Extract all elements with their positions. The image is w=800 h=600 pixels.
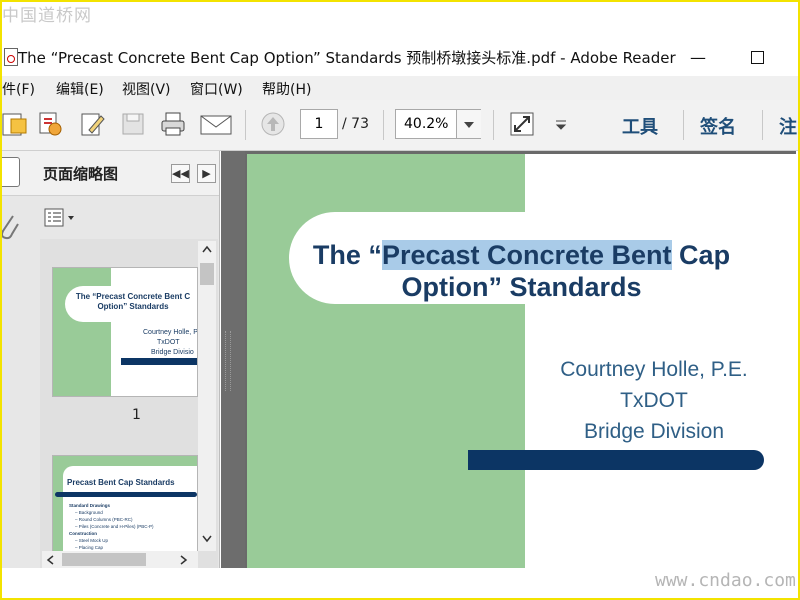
menu-view[interactable]: 视图(V) [122,79,171,99]
minimize-button[interactable]: — [690,48,706,67]
scroll-right-arrow-icon[interactable] [180,555,188,565]
scroll-up-arrow-icon[interactable] [202,245,212,253]
pdf-page: The “Precast Concrete Bent Cap Option” S… [247,154,796,568]
toolbar-separator [245,110,246,140]
thumbnail-panel-header: 页面缩略图 ◀◀ ▶ [0,151,219,196]
thumb-title: The “Precast Concrete Bent C Option” Sta… [75,292,191,311]
combine-files-icon[interactable] [38,111,64,137]
tools-button[interactable]: 工具 [622,113,658,139]
thumbnail-page-number: 1 [132,407,141,423]
sign-button[interactable]: 签名 [700,113,736,139]
comment-button[interactable]: 注 [779,113,797,139]
attachment-paperclip-icon[interactable] [0,213,20,243]
author-name: Courtney Holle, P.E. [560,358,748,381]
page-total: / 73 [342,116,369,132]
thumb-author-line: TxDOT [157,339,180,346]
expand-panel-icon[interactable]: ▶ [197,164,216,183]
panel-splitter[interactable] [221,151,245,568]
watermark-top: 中国道桥网 [2,6,92,26]
menu-window[interactable]: 窗口(W) [190,79,243,99]
print-icon[interactable] [160,111,186,137]
zoom-value: 40.2% [404,116,449,132]
collapse-panel-icon[interactable]: ◀◀ [171,164,190,183]
slide-title-line1: The “Precast Concrete Bent Cap [247,240,796,271]
toolbar: 1 / 73 40.2% 工具 签名 注 [2,100,798,151]
slide-navy-bar [468,450,764,470]
save-icon[interactable] [120,111,146,137]
title-bar: The “Precast Concrete Bent Cap Option” S… [2,38,798,76]
thumb-author: Courtney Holle, P TxDOT Bridge Divisio [143,328,198,358]
page-thumbnail-1[interactable]: The “Precast Concrete Bent C Option” Sta… [52,267,198,397]
more-tools-chevron-icon[interactable] [554,111,568,137]
toolbar-separator [493,110,494,140]
thumb-navy-bar [55,492,197,497]
thumb-navy-bar [121,358,197,365]
thumbnail-list: The “Precast Concrete Bent C Option” Sta… [40,239,218,569]
pages-tab-icon[interactable] [0,157,20,187]
edit-pdf-icon[interactable] [80,111,106,137]
scroll-thumb[interactable] [200,263,214,285]
slide-title-text: The “ [312,240,382,270]
zoom-select[interactable]: 40.2% [395,109,481,139]
email-icon[interactable] [200,111,232,137]
window-title: The “Precast Concrete Bent Cap Option” S… [18,49,676,67]
scroll-thumb[interactable] [62,553,146,566]
maximize-button[interactable] [751,51,764,64]
scroll-left-arrow-icon[interactable] [46,555,54,565]
scroll-down-arrow-icon[interactable] [202,535,212,543]
thumb-author-line: Bridge Divisio [151,349,194,356]
author-division: Bridge Division [583,420,725,443]
menu-file[interactable]: 件(F) [2,79,35,99]
pdf-file-icon [4,48,18,66]
menu-edit[interactable]: 编辑(E) [56,79,104,99]
slide-author-block: Courtney Holle, P.E. TxDOT Bridge Divisi… [539,354,769,447]
thumb-bullets: Standard Drawings – Background – Round C… [69,502,197,551]
document-view[interactable]: The “Precast Concrete Bent Cap Option” S… [245,151,796,568]
thumbnail-horizontal-scrollbar[interactable] [42,551,198,568]
thumb-bullet: – Round Columns (PBC-RC) [75,517,133,522]
thumb-author-line: Courtney Holle, P [143,329,198,336]
thumb-bullet: – Placing Cap [75,545,104,550]
thumb-bullet: Construction [69,531,97,536]
author-organization: TxDOT [620,389,688,412]
selected-text[interactable]: Precast Concrete Bent [381,240,672,270]
previous-page-icon[interactable] [260,111,286,137]
watermark-bottom: www.cndao.com [655,570,796,591]
toolbar-separator [683,110,684,140]
thumbnail-options-icon[interactable] [44,207,78,229]
thumb-bullet: – Piles (Concrete and H-Piles) (PBC-P) [75,524,154,529]
thumbnail-panel: 页面缩略图 ◀◀ ▶ The “Precast Concrete Bent C … [0,151,220,569]
thumb-title: Precast Bent Cap Standards [67,478,175,487]
create-pdf-icon[interactable] [2,111,28,137]
slide-title-text: Cap [671,240,731,270]
toolbar-separator [383,110,384,140]
thumbnail-vertical-scrollbar[interactable] [198,241,216,551]
page-number-input[interactable]: 1 [300,109,338,139]
slide-title-line2: Option” Standards [401,272,642,302]
thumb-bullet: – Steel Mock Up [75,538,109,543]
splitter-grip[interactable] [225,331,231,391]
chevron-down-icon[interactable] [456,110,481,138]
thumbnail-panel-title: 页面缩略图 [43,165,119,183]
toolbar-separator [762,110,763,140]
thumb-bullet: – Background [75,510,103,515]
thumb-bullet: Standard Drawings [69,503,111,508]
menu-bar: 件(F) 编辑(E) 视图(V) 窗口(W) 帮助(H) [2,76,798,100]
fit-page-icon[interactable] [509,111,535,137]
menu-help[interactable]: 帮助(H) [262,79,311,99]
